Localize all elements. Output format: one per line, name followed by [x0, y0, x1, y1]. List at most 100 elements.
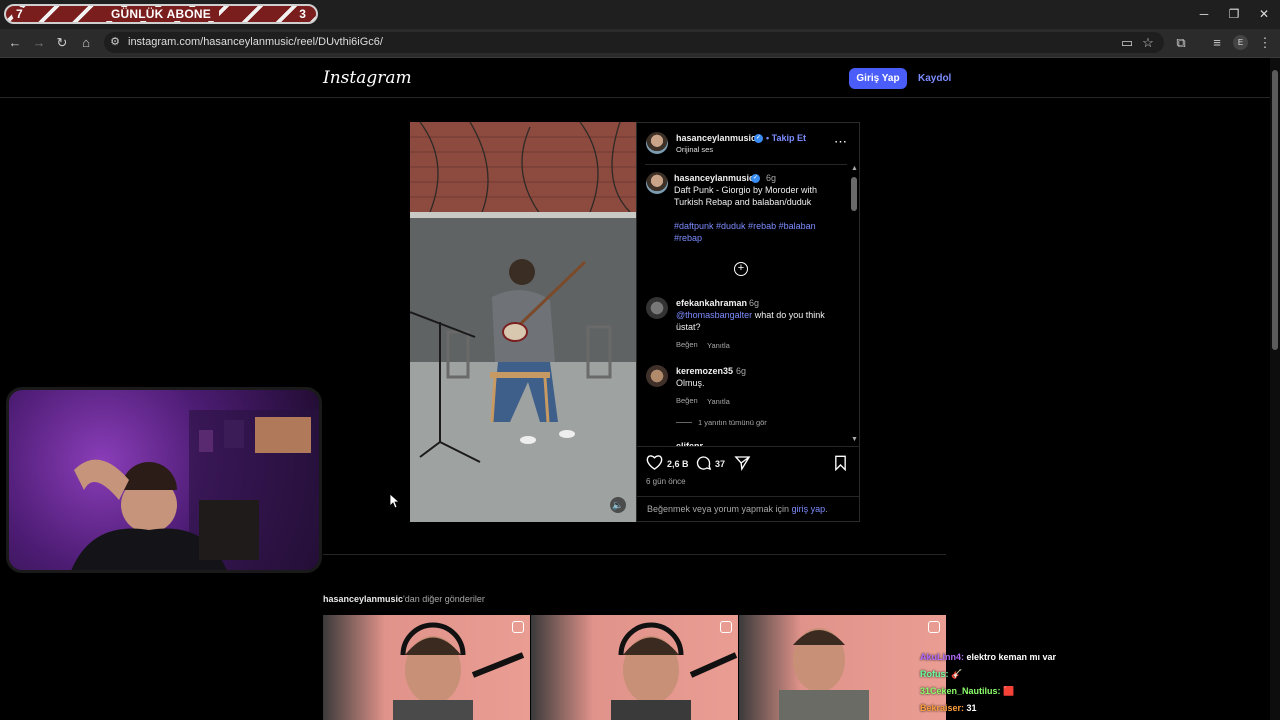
caption-text: Daft Punk - Giorgio by Moroder with Turk… [674, 185, 818, 207]
caption-time: 6g [766, 173, 777, 183]
stream-banner: 7 GÜNLÜK ABONE 3 [4, 4, 318, 24]
comment-time: 6g [736, 366, 747, 376]
banner-title: GÜNLÜK ABONE [103, 7, 219, 21]
post-date: 6 gün önce [646, 477, 686, 486]
comment-text-cont: üstat? [676, 322, 701, 332]
site-info-icon[interactable]: ⚙ [106, 33, 124, 51]
reel-thumbnail[interactable] [531, 615, 738, 720]
restore-icon[interactable]: ❐ [1226, 6, 1242, 22]
hashtags-line2[interactable]: #rebap [674, 232, 702, 244]
author-avatar[interactable] [646, 132, 668, 154]
login-prompt: Beğenmek veya yorum yapmak için giriş ya… [647, 503, 828, 515]
comment-icon[interactable] [695, 455, 712, 476]
reel-video[interactable]: 🔈 [410, 122, 636, 522]
section-divider [323, 554, 946, 555]
reply-comment-button[interactable]: Yanıtla [707, 341, 730, 350]
caption-avatar[interactable] [646, 172, 668, 194]
chat-user: Bekraiser: [920, 703, 965, 713]
panel-divider [645, 164, 847, 165]
scroll-down-icon[interactable]: ▼ [851, 436, 858, 443]
chat-text: 🟥 [1000, 686, 1015, 696]
load-more-comments-icon[interactable]: + [734, 262, 748, 276]
video-frame-illustration [410, 122, 636, 522]
chat-user: AkuLinn4: [920, 652, 964, 662]
bottom-divider [637, 496, 859, 497]
comments-scrollbar[interactable]: ▲ ▼ [850, 165, 858, 445]
home-icon[interactable]: ⌂ [77, 34, 95, 52]
media-icon[interactable]: ≡ [1208, 34, 1226, 52]
chat-text: 🎸 [948, 669, 963, 679]
replies-line [676, 422, 692, 423]
comment-count[interactable]: 37 [715, 458, 725, 470]
chat-text: 31 [964, 703, 977, 713]
header-divider [0, 97, 1270, 98]
webcam-image [71, 410, 319, 570]
comment-text: @thomasbangalter what do you think [676, 309, 825, 321]
extensions-icon[interactable]: ⧉ [1172, 34, 1190, 52]
reply-comment-button[interactable]: Yanıtla [707, 397, 730, 406]
comment-avatar[interactable] [646, 365, 668, 387]
like-comment-button[interactable]: Beğen [676, 340, 698, 349]
login-prompt-link[interactable]: giriş yap [792, 504, 826, 514]
like-comment-button[interactable]: Beğen [676, 396, 698, 405]
share-icon[interactable] [734, 455, 751, 476]
forward-icon[interactable]: → [30, 34, 48, 52]
chat-user: 31Ceken_Nautilus: [920, 686, 1001, 696]
menu-icon[interactable]: ⋮ [1256, 34, 1274, 52]
comment-mention[interactable]: @thomasbangalter [676, 310, 752, 320]
comment-username[interactable]: efekankahraman [676, 297, 747, 309]
chat-message: AkuLinn4: elektro keman mı var [920, 652, 1056, 662]
close-icon[interactable]: ✕ [1256, 6, 1272, 22]
audio-label[interactable]: Orijinal ses [676, 145, 713, 154]
profile-avatar[interactable]: E [1233, 35, 1248, 50]
login-prompt-end: . [825, 504, 828, 514]
verified-icon: ✓ [754, 134, 763, 143]
verified-icon: ✓ [751, 174, 760, 183]
reload-icon[interactable]: ↻ [53, 34, 71, 52]
save-icon[interactable] [833, 455, 848, 476]
banner-right-number: 3 [295, 7, 310, 21]
likes-count[interactable]: 2,6 B [667, 458, 689, 470]
hashtags-line1[interactable]: #daftpunk #duduk #rebab #balaban [674, 220, 816, 232]
comment-time: 6g [749, 298, 760, 308]
more-posts-heading: hasanceylanmusic'dan diğer gönderiler [323, 593, 485, 605]
view-replies-button[interactable]: 1 yanıtın tümünü gör [698, 418, 767, 427]
author-username[interactable]: hasanceylanmusic [676, 132, 756, 144]
login-button[interactable]: Giriş Yap [849, 68, 907, 89]
banner-left-number: 7 [12, 7, 27, 21]
more-options-icon[interactable]: ⋯ [834, 134, 847, 150]
follow-button[interactable]: • Takip Et [766, 132, 806, 144]
reel-icon [512, 621, 524, 633]
more-posts-user[interactable]: hasanceylanmusic [323, 594, 403, 604]
caption-username[interactable]: hasanceylanmusic [674, 172, 754, 184]
chat-user: Rofus: [920, 669, 949, 679]
actions-divider [637, 446, 859, 447]
reel-icon [720, 621, 732, 633]
mute-icon[interactable]: 🔈 [610, 497, 626, 513]
reel-thumbnail[interactable] [323, 615, 530, 720]
chat-message: Rofus: 🎸 [920, 669, 962, 680]
cast-icon[interactable]: ▭ [1118, 34, 1136, 52]
chat-message: 31Ceken_Nautilus: 🟥 [920, 686, 1014, 697]
instagram-logo[interactable]: Instagram [323, 68, 412, 88]
comment-body: what do you think [752, 310, 825, 320]
signup-link[interactable]: Kaydol [918, 73, 951, 84]
reel-icon [928, 621, 940, 633]
webcam-overlay [6, 387, 322, 573]
login-prompt-text: Beğenmek veya yorum yapmak için [647, 504, 792, 514]
chat-text: elektro keman mı var [964, 652, 1057, 662]
back-icon[interactable]: ← [6, 34, 24, 52]
chat-message: Bekraiser: 31 [920, 703, 977, 713]
url-text: instagram.com/hasanceylanmusic/reel/DUvt… [128, 36, 383, 48]
reel-thumbnail[interactable] [739, 615, 946, 720]
comment-username[interactable]: keremozen35 [676, 365, 733, 377]
mouse-cursor-icon [389, 493, 401, 514]
comment-avatar[interactable] [646, 297, 668, 319]
scroll-up-icon[interactable]: ▲ [851, 165, 858, 172]
page-scrollbar[interactable] [1270, 58, 1280, 720]
comment-text: Olmuş. [676, 378, 705, 388]
like-icon[interactable] [646, 454, 663, 475]
minimize-icon[interactable]: ─ [1196, 6, 1212, 22]
more-posts-suffix: 'dan diğer gönderiler [403, 594, 485, 604]
bookmark-star-icon[interactable]: ☆ [1139, 34, 1157, 52]
